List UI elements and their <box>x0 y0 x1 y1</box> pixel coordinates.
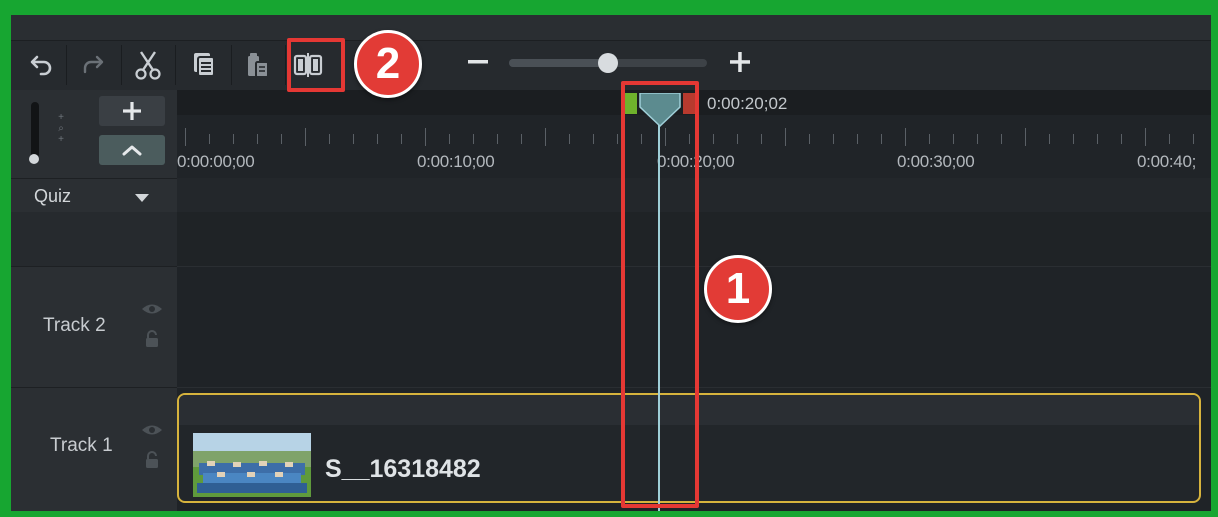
undo-icon <box>30 55 52 76</box>
collapse-tracks-button[interactable] <box>99 135 165 165</box>
track-height-slider[interactable] <box>31 102 39 158</box>
quiz-label: Quiz <box>34 186 72 206</box>
ruler-tick <box>761 134 762 144</box>
chevron-down-icon[interactable] <box>135 194 149 202</box>
ruler-tick <box>713 134 714 144</box>
ruler-tick <box>545 128 546 146</box>
ruler-tick-label: 0:00:00;00 <box>177 152 255 171</box>
ruler-tick <box>353 134 354 144</box>
ruler-tick <box>1001 134 1002 144</box>
eye-icon[interactable] <box>141 303 163 315</box>
ruler-tick <box>209 134 210 144</box>
ruler-tick <box>1025 128 1026 146</box>
top-strip <box>11 15 1211 41</box>
clip-name: S__16318482 <box>325 455 481 483</box>
ruler-tick <box>881 134 882 144</box>
zoom-slider-thumb[interactable] <box>598 53 618 73</box>
zoom-slider-fill <box>509 59 608 67</box>
track-header-panel: + ⌕ + Quiz Track 2 Track 1 <box>11 90 177 511</box>
add-track-button[interactable] <box>99 96 165 126</box>
ruler-tick <box>449 134 450 144</box>
highlight-box-playhead <box>621 81 699 508</box>
ruler-tick <box>329 134 330 144</box>
eye-icon[interactable] <box>141 424 163 436</box>
undo-button[interactable] <box>25 45 59 85</box>
ruler-tick <box>185 128 186 146</box>
track-name: Track 2 <box>43 315 106 336</box>
ruler-tick <box>377 134 378 144</box>
ruler-tick-label: 0:00:40; <box>1137 152 1197 171</box>
redo-button[interactable] <box>77 45 111 85</box>
playhead-time: 0:00:20;02 <box>707 94 788 113</box>
ruler-tick <box>857 134 858 144</box>
ruler-tick <box>833 134 834 144</box>
ruler-tick <box>1121 134 1122 144</box>
ruler-tick <box>425 128 426 146</box>
paste-icon <box>248 53 269 78</box>
paste-button[interactable] <box>241 45 275 85</box>
zoom-in-button[interactable] <box>725 47 755 77</box>
ruler-tick <box>977 134 978 144</box>
ruler-tick <box>1097 134 1098 144</box>
highlight-box-split <box>287 38 345 92</box>
redo-icon <box>83 55 104 74</box>
ruler-tick <box>809 134 810 144</box>
ruler-tick <box>1169 134 1170 144</box>
ruler-tick <box>953 134 954 144</box>
ruler-tick <box>1145 128 1146 146</box>
editor-window: + ⌕ + Quiz Track 2 Track 1 0:00:20;02 0:… <box>11 15 1211 511</box>
copy-icon <box>194 53 215 77</box>
empty-track-header <box>11 212 177 266</box>
ruler-tick <box>569 134 570 144</box>
zoom-glyph-icon: + ⌕ + <box>58 112 64 145</box>
ruler-tick-label: 0:00:10;00 <box>417 152 495 171</box>
ruler-tick <box>233 134 234 144</box>
lock-icon[interactable] <box>144 330 160 348</box>
minus-icon <box>468 60 488 64</box>
track-header-track-2[interactable]: Track 2 <box>11 266 177 387</box>
plus-icon <box>123 102 141 120</box>
ruler-tick <box>929 134 930 144</box>
ruler-tick <box>401 134 402 144</box>
clip-thumbnail <box>193 433 311 497</box>
chevron-up-icon <box>122 145 142 156</box>
copy-button[interactable] <box>187 45 221 85</box>
ruler-tick <box>281 134 282 144</box>
ruler-tick <box>257 134 258 144</box>
track-height-thumb[interactable] <box>29 154 39 164</box>
ruler-tick <box>521 134 522 144</box>
zoom-out-button[interactable] <box>463 47 493 77</box>
plus-icon <box>730 52 750 72</box>
toolbar-divider <box>175 45 176 85</box>
toolbar-divider <box>285 45 286 85</box>
ruler-tick <box>593 134 594 144</box>
timeline-toolbar <box>11 15 1211 90</box>
track-header-track-1[interactable]: Track 1 <box>11 387 177 511</box>
ruler-tick <box>473 134 474 144</box>
toolbar-divider <box>231 45 232 85</box>
ruler-tick <box>497 134 498 144</box>
step-badge-2: 2 <box>354 30 422 98</box>
quiz-row[interactable]: Quiz <box>11 178 177 212</box>
ruler-tick <box>617 134 618 144</box>
step-badge-1: 1 <box>704 255 772 323</box>
ruler-tick-label: 0:00:30;00 <box>897 152 975 171</box>
ruler-tick <box>1073 134 1074 144</box>
toolbar-divider <box>66 45 67 85</box>
cut-icon <box>135 51 161 80</box>
cut-button[interactable] <box>131 45 165 85</box>
ruler-tick <box>1193 134 1194 144</box>
track-name: Track 1 <box>50 435 113 456</box>
toolbar-divider <box>121 45 122 85</box>
group-photo-thumbnail <box>193 433 311 497</box>
ruler-tick <box>305 128 306 146</box>
zoom-slider[interactable] <box>509 53 707 73</box>
ruler-tick <box>737 134 738 144</box>
lock-icon[interactable] <box>144 451 160 469</box>
ruler-tick <box>785 128 786 146</box>
ruler-tick <box>1049 134 1050 144</box>
ruler-tick <box>905 128 906 146</box>
